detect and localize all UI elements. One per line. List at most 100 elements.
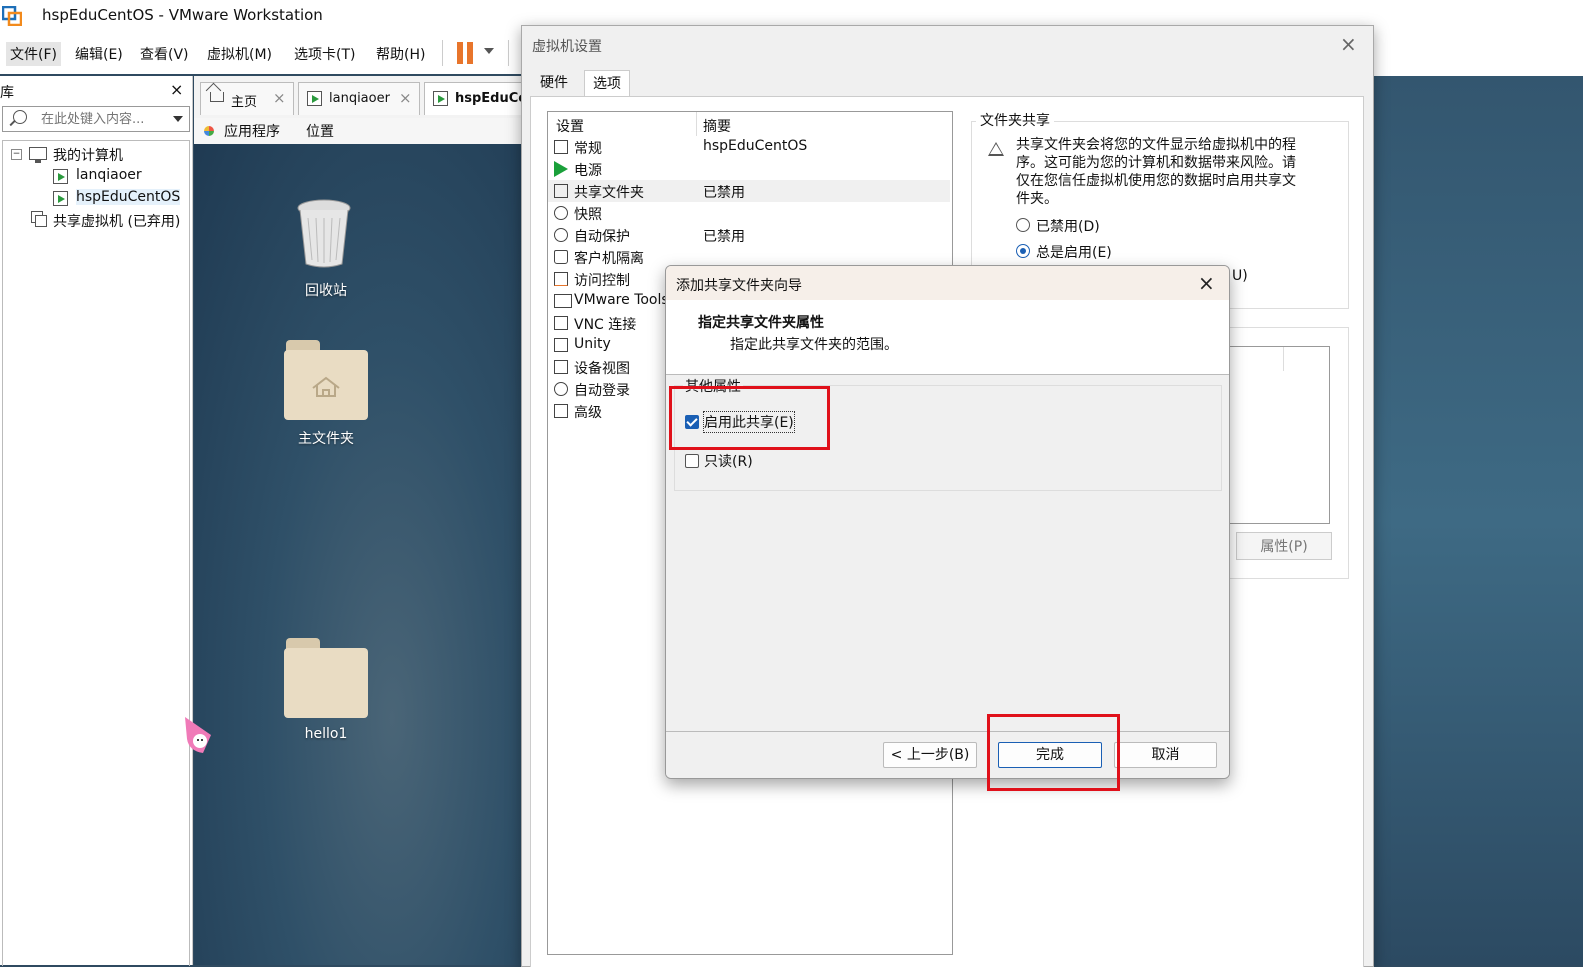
vm-icon xyxy=(307,91,322,106)
row-name: VNC 连接 xyxy=(574,317,637,333)
toolbar-separator xyxy=(508,40,509,66)
tab-label: lanqiaoer xyxy=(329,91,390,106)
enable-share-label[interactable]: 启用此共享(E) xyxy=(703,411,795,433)
tree-my-computer[interactable]: 我的计算机 xyxy=(53,145,123,165)
toolbar-right-area xyxy=(1372,32,1583,76)
cancel-button[interactable]: 取消 xyxy=(1114,742,1217,768)
vm-icon xyxy=(53,169,68,184)
tree-shared-vms[interactable]: 共享虚拟机 (已弃用) xyxy=(53,211,180,231)
read-only-label[interactable]: 只读(R) xyxy=(704,451,753,471)
menu-tabs[interactable]: 选项卡(T) xyxy=(290,42,359,66)
home-folder-icon[interactable] xyxy=(284,340,368,420)
radio-until-poweroff-label[interactable]: U) xyxy=(1232,268,1248,284)
settings-row-shared-folders[interactable]: 共享文件夹 已禁用 xyxy=(548,180,950,202)
tab-lanqiaoer[interactable]: lanqiaoer × xyxy=(298,82,420,115)
library-panel: 库 × − 我的计算机 lanqiaoer hspEduCentOS 共享虚拟机… xyxy=(0,76,193,966)
settings-row-autoprotect[interactable]: 自动保护 已禁用 xyxy=(548,224,950,246)
enable-share-checkbox[interactable] xyxy=(685,415,699,429)
power-play-icon xyxy=(554,161,568,177)
row-name: 共享文件夹 xyxy=(574,185,644,201)
tree-vm-hspeducentos[interactable]: hspEduCentOS xyxy=(76,189,181,205)
computer-icon xyxy=(29,147,47,163)
guest-menu-applications[interactable]: 应用程序 xyxy=(224,121,280,141)
close-icon[interactable]: × xyxy=(273,89,286,107)
library-close-icon[interactable]: × xyxy=(170,80,183,99)
folder-sharing-title: 文件夹共享 xyxy=(976,110,1054,130)
row-name: VMware Tools xyxy=(574,292,669,308)
library-search-input[interactable] xyxy=(39,109,163,129)
device-view-icon xyxy=(554,360,568,374)
tab-options[interactable]: 选项 xyxy=(584,70,630,97)
guest-desktop-right xyxy=(1372,76,1583,965)
settings-row-power[interactable]: 电源 xyxy=(548,158,950,180)
tab-label: 主页 xyxy=(231,95,258,110)
window-title: hspEduCentOS - VMware Workstation xyxy=(42,6,323,24)
row-name: 高级 xyxy=(574,405,602,421)
clock-icon xyxy=(554,228,568,242)
vm-tools-icon xyxy=(554,294,572,308)
pet-mascot-icon xyxy=(185,717,211,753)
trash-icon[interactable] xyxy=(296,198,352,268)
other-properties-title: 其他属性 xyxy=(683,376,743,396)
row-name: 常规 xyxy=(574,141,602,157)
search-dropdown-icon[interactable] xyxy=(173,116,183,122)
close-icon[interactable]: × xyxy=(1198,271,1215,295)
menu-file[interactable]: 文件(F) xyxy=(6,42,61,66)
vm-icon xyxy=(433,91,448,106)
header-summary: 摘要 xyxy=(703,119,731,135)
settings-row-snapshots[interactable]: 快照 xyxy=(548,202,950,224)
workspace-tabs: 主页 × lanqiaoer × hspEduCer xyxy=(194,76,534,119)
lock-icon xyxy=(554,250,568,264)
pause-icon[interactable] xyxy=(457,42,475,64)
finish-button[interactable]: 完成 xyxy=(998,742,1102,768)
collapse-icon[interactable]: − xyxy=(11,149,22,160)
home-icon xyxy=(210,92,224,102)
wizard-heading: 指定共享文件夹属性 xyxy=(698,315,824,331)
row-summary: 已禁用 xyxy=(703,229,745,245)
radio-disabled[interactable] xyxy=(1016,218,1030,232)
trash-label: 回收站 xyxy=(305,283,347,299)
tree-vm-lanqiaoer[interactable]: lanqiaoer xyxy=(76,167,142,183)
vm-icon xyxy=(53,191,68,206)
autologin-icon xyxy=(554,382,568,396)
guest-topbar: 应用程序 位置 xyxy=(194,118,524,144)
shared-folder-icon xyxy=(554,184,568,198)
row-name: 自动保护 xyxy=(574,229,630,245)
toolbar-separator xyxy=(442,40,443,66)
access-control-icon xyxy=(554,272,568,286)
snapshot-icon xyxy=(554,206,568,220)
menu-vm[interactable]: 虚拟机(M) xyxy=(203,42,276,66)
home-folder-label: 主文件夹 xyxy=(298,431,354,447)
tab-home[interactable]: 主页 × xyxy=(200,82,294,115)
row-name: 自动登录 xyxy=(574,383,630,399)
close-icon[interactable]: × xyxy=(399,89,412,107)
read-only-checkbox[interactable] xyxy=(685,454,699,468)
settings-row-general[interactable]: 常规 hspEduCentOS xyxy=(548,136,950,158)
wizard-subheading: 指定此共享文件夹的范围。 xyxy=(730,337,898,353)
shared-vm-icon xyxy=(31,211,47,227)
vnc-icon xyxy=(554,316,568,330)
library-title: 库 xyxy=(0,85,14,101)
close-icon[interactable]: × xyxy=(1340,32,1357,56)
menu-edit[interactable]: 编辑(E) xyxy=(71,42,127,66)
properties-button[interactable]: 属性(P) xyxy=(1236,532,1332,560)
guest-menu-places[interactable]: 位置 xyxy=(306,121,334,141)
radio-disabled-label[interactable]: 已禁用(D) xyxy=(1036,216,1100,236)
folder-icon[interactable] xyxy=(284,638,368,718)
power-dropdown-icon[interactable] xyxy=(484,48,494,54)
menu-help[interactable]: 帮助(H) xyxy=(372,42,429,66)
folders-list[interactable] xyxy=(1224,346,1330,524)
radio-always-enabled-label[interactable]: 总是启用(E) xyxy=(1036,242,1112,262)
other-properties-group: 其他属性 启用此共享(E) 只读(R) xyxy=(674,376,1222,491)
library-search[interactable] xyxy=(2,106,190,132)
folder-hello1-label: hello1 xyxy=(304,726,348,742)
header-divider xyxy=(696,112,697,136)
tab-hspeducentos[interactable]: hspEduCer xyxy=(424,82,534,115)
tab-hardware[interactable]: 硬件 xyxy=(532,70,576,96)
back-button[interactable]: < 上一步(B) xyxy=(883,742,977,768)
menu-view[interactable]: 查看(V) xyxy=(136,42,193,66)
wizard-header: 指定共享文件夹属性 指定此共享文件夹的范围。 xyxy=(666,300,1229,375)
library-tree: − 我的计算机 lanqiaoer hspEduCentOS 共享虚拟机 (已弃… xyxy=(2,140,190,966)
row-name: 快照 xyxy=(574,207,602,223)
radio-always-enabled[interactable] xyxy=(1016,244,1030,258)
